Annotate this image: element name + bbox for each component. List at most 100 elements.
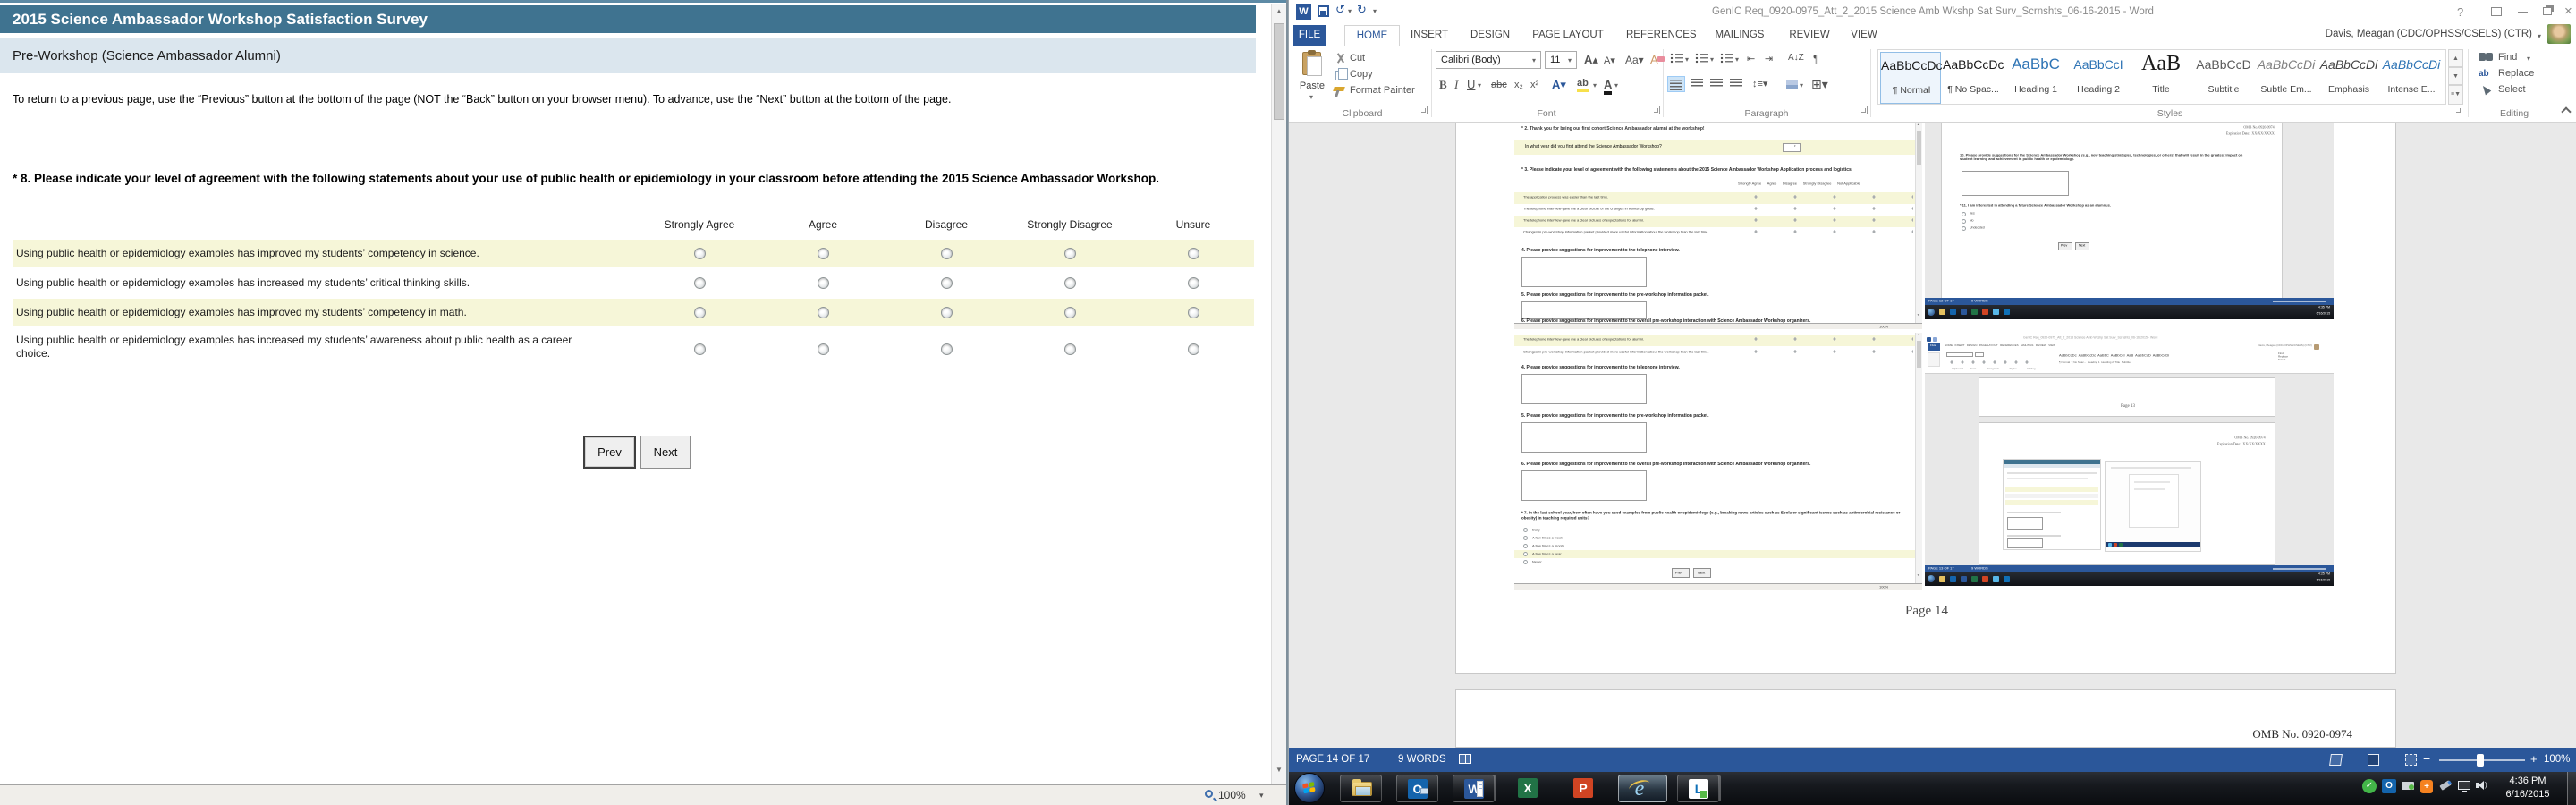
font-dialog-launcher[interactable] <box>1652 106 1660 114</box>
styles-dialog-launcher[interactable] <box>2454 106 2462 114</box>
paste-button[interactable]: Paste ▾ <box>1296 50 1328 111</box>
style-heading2[interactable]: AaBbCcIHeading 2 <box>2068 52 2129 104</box>
radio-button[interactable] <box>1064 343 1076 355</box>
ribbon-display-options-button[interactable] <box>2491 7 2502 16</box>
tab-page-layout[interactable]: PAGE LAYOUT <box>1532 25 1604 46</box>
style-title[interactable]: AaBTitle <box>2131 52 2191 104</box>
bullets-icon[interactable] <box>1670 53 1684 64</box>
grow-font-icon[interactable]: A▴ <box>1584 53 1598 67</box>
increase-indent-icon[interactable]: ⇥ <box>1765 53 1773 64</box>
style-normal[interactable]: AaBbCcDc¶ Normal <box>1880 52 1941 104</box>
replace-button[interactable]: Replace <box>2498 68 2534 79</box>
radio-button[interactable] <box>1188 248 1199 259</box>
radio-button[interactable] <box>941 248 953 259</box>
tray-laptop-icon[interactable] <box>2402 782 2414 790</box>
line-spacing-icon[interactable]: ↕≡▾ <box>1752 78 1767 89</box>
change-case-icon[interactable]: Aa▾ <box>1625 54 1644 66</box>
superscript-icon[interactable]: x² <box>1530 80 1538 90</box>
embedded-screenshot-desktop-page13[interactable]: GenIC Req_0920-0975_Att_2_2015 Science A… <box>1925 335 2334 586</box>
font-name-select[interactable]: Calibri (Body) <box>1436 51 1541 69</box>
page-indicator[interactable]: PAGE 14 OF 17 <box>1296 754 1369 765</box>
taskbar-ie-button[interactable]: e <box>1618 775 1667 802</box>
format-painter-icon[interactable] <box>1333 87 1345 91</box>
taskbar-outlook-button[interactable]: O <box>1396 775 1438 802</box>
format-painter-button[interactable]: Format Painter <box>1350 85 1415 96</box>
radio-button[interactable] <box>694 307 706 318</box>
bold-icon[interactable]: B <box>1439 78 1447 92</box>
radio-button[interactable] <box>1064 277 1076 289</box>
tab-view[interactable]: VIEW <box>1850 25 1878 46</box>
radio-button[interactable] <box>1188 307 1199 318</box>
find-button[interactable]: Find <box>2498 52 2517 63</box>
align-center-icon[interactable] <box>1690 79 1703 89</box>
browser-scrollbar[interactable]: ▲ ▼ <box>1271 4 1286 784</box>
sort-icon[interactable]: A↓Z <box>1788 53 1804 63</box>
radio-button[interactable] <box>694 277 706 289</box>
radio-button[interactable] <box>941 307 953 318</box>
prev-button[interactable]: Prev <box>583 436 636 469</box>
radio-button[interactable] <box>1064 248 1076 259</box>
subscript-icon[interactable]: x₂ <box>1514 80 1523 90</box>
zoom-slider-thumb[interactable] <box>2477 754 2484 767</box>
align-right-icon[interactable] <box>1710 79 1723 89</box>
strikethrough-icon[interactable]: abc <box>1491 80 1507 90</box>
embedded-screenshot-desktop-page12[interactable]: OMB No. 0920-0974 Expiration Date: XX/XX… <box>1925 123 2334 319</box>
redo-button[interactable]: ↻ <box>1357 3 1367 17</box>
scroll-up-icon[interactable]: ▲ <box>1275 7 1283 15</box>
radio-button[interactable] <box>1188 343 1199 355</box>
radio-button[interactable] <box>941 343 953 355</box>
minimize-button[interactable] <box>2518 12 2528 13</box>
tab-design[interactable]: DESIGN <box>1470 25 1506 46</box>
style-subtitle[interactable]: AaBbCcDSubtitle <box>2193 52 2254 104</box>
print-layout-icon[interactable] <box>2362 752 2385 768</box>
taskbar-word-button[interactable]: W <box>1453 775 1495 802</box>
radio-button[interactable] <box>1188 277 1199 289</box>
undo-caret-icon[interactable]: ▾ <box>1348 7 1352 15</box>
save-button[interactable] <box>1318 5 1329 17</box>
collapse-ribbon-icon[interactable] <box>2561 106 2571 116</box>
user-account[interactable]: Davis, Meagan (CDC/OPHSS/CSELS) (CTR) <box>2298 29 2532 39</box>
help-button[interactable]: ? <box>2457 5 2463 19</box>
undo-button[interactable]: ↺ <box>1335 3 1345 17</box>
show-paragraph-marks-icon[interactable]: ¶ <box>1813 52 1819 65</box>
browser-zoom-level[interactable]: 100% <box>1218 789 1246 801</box>
justify-icon[interactable] <box>1730 79 1742 89</box>
close-button[interactable]: × <box>2564 4 2572 19</box>
tab-mailings[interactable]: MAILINGS <box>1714 25 1766 46</box>
radio-button[interactable] <box>818 343 829 355</box>
show-desktop-button[interactable] <box>2567 772 2576 805</box>
tray-usb-icon[interactable] <box>2439 780 2451 790</box>
clipboard-dialog-launcher[interactable] <box>1419 106 1428 114</box>
tray-app-icon[interactable]: ✓ <box>2362 779 2377 793</box>
taskbar-lync-button[interactable]: L <box>1677 775 1719 802</box>
restore-button[interactable] <box>2543 7 2552 15</box>
word-count[interactable]: 9 WORDS <box>1398 754 1446 765</box>
style-subtle-emphasis[interactable]: AaBbCcDiSubtle Em... <box>2256 52 2317 104</box>
read-mode-icon[interactable] <box>2325 752 2348 768</box>
radio-button[interactable] <box>694 248 706 259</box>
radio-button[interactable] <box>694 343 706 355</box>
embedded-screenshot-survey-q2-q6[interactable]: * 2. Thank you for being our first cohor… <box>1514 123 1922 329</box>
styles-scroll-up[interactable]: ▲ <box>2448 49 2463 67</box>
radio-button[interactable] <box>818 248 829 259</box>
radio-button[interactable] <box>818 277 829 289</box>
style-no-spacing[interactable]: AaBbCcDc¶ No Spac... <box>1943 52 2004 104</box>
paragraph-dialog-launcher[interactable] <box>1860 106 1868 114</box>
italic-icon[interactable]: I <box>1454 78 1458 92</box>
style-emphasis[interactable]: AaBbCcDiEmphasis <box>2318 52 2379 104</box>
shading-icon[interactable] <box>1786 80 1798 89</box>
web-layout-icon[interactable] <box>2400 752 2423 768</box>
highlight-color-icon[interactable]: ab <box>1577 78 1589 92</box>
radio-button[interactable] <box>1064 307 1076 318</box>
underline-icon[interactable]: U <box>1467 78 1475 91</box>
tab-insert[interactable]: INSERT <box>1411 25 1445 46</box>
borders-icon[interactable]: ⊞▾ <box>1811 77 1828 92</box>
zoom-percent[interactable]: 100% <box>2544 754 2570 765</box>
embedded-screenshot-survey-q4-q7[interactable]: The telephone interview gave me a clear … <box>1514 333 1922 590</box>
multilevel-list-icon[interactable] <box>1720 53 1734 64</box>
copy-icon[interactable] <box>1335 71 1343 80</box>
tray-shield-icon[interactable]: + <box>2420 780 2433 793</box>
styles-scroll-down[interactable]: ▼ <box>2448 67 2463 85</box>
numbering-icon[interactable] <box>1695 53 1709 64</box>
tab-file[interactable]: FILE <box>1293 25 1326 46</box>
